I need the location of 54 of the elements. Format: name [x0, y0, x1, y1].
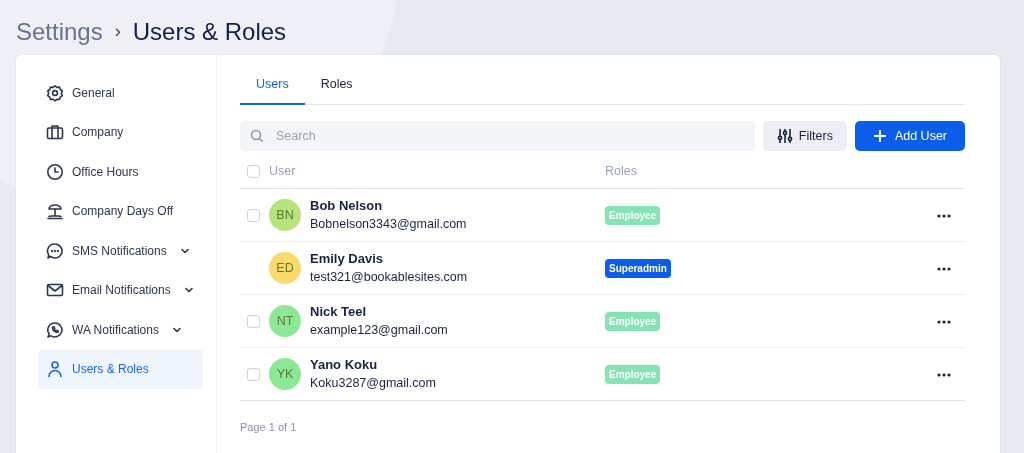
page-indicator: Page 1 of 1 [240, 420, 298, 435]
checkbox[interactable] [247, 314, 260, 328]
ellipsis-icon [937, 319, 951, 324]
user-name: Yano Koku [310, 355, 379, 374]
sidebar-item[interactable]: Email Notifications [38, 270, 203, 310]
role-tag: Employee [605, 364, 661, 384]
checkbox[interactable] [247, 208, 260, 222]
checkbox[interactable] [247, 165, 260, 178]
sliders-icon [776, 128, 793, 144]
sidebar-item[interactable]: Users & Roles [38, 349, 203, 389]
clock-icon [46, 162, 64, 181]
search-field[interactable]: Search [240, 121, 755, 151]
role-tag: Superadmin [605, 258, 671, 278]
phone-bubble-icon [46, 320, 64, 339]
tab[interactable]: Users [240, 65, 305, 105]
search-icon [250, 129, 264, 143]
tab[interactable]: Roles [304, 65, 369, 105]
briefcase-icon [46, 123, 64, 142]
filters-button[interactable]: Filters [762, 121, 847, 151]
sidebar-item[interactable]: WA Notifications [38, 310, 203, 350]
user-name: Emily Davis [310, 249, 384, 268]
column-header: User [269, 163, 296, 181]
chat-bubble-icon [46, 241, 64, 260]
column-header: Roles [605, 163, 637, 181]
user-name: Nick Teel [310, 302, 368, 321]
ellipsis-icon [937, 213, 951, 218]
user-email: example123@gmail.com [310, 322, 448, 340]
sidebar-item[interactable]: Office Hours [38, 152, 203, 192]
plus-icon [872, 129, 887, 143]
breadcrumb-separator: › [114, 20, 121, 43]
sidebar-item[interactable]: Company [38, 112, 203, 152]
role-tag: Employee [605, 311, 661, 331]
role-tag: Employee [605, 205, 661, 225]
avatar: YK [269, 358, 301, 390]
avatar: ED [269, 252, 301, 284]
user-email: Bobnelson3343@gmail.com [310, 216, 467, 234]
user-email: Koku3287@gmail.com [310, 375, 436, 393]
user-name: Bob Nelson [310, 196, 384, 215]
person-icon [46, 360, 64, 379]
sidebar-item[interactable]: SMS Notifications [38, 231, 203, 271]
avatar: NT [269, 305, 301, 337]
add-user-button[interactable]: Add User [854, 121, 965, 151]
breadcrumb-link[interactable]: Settings [16, 13, 103, 50]
beach-umbrella-icon [46, 202, 64, 221]
gear-icon [46, 83, 64, 102]
sidebar-item[interactable]: Company Days Off [38, 191, 203, 231]
ellipsis-icon [937, 266, 951, 271]
user-email: test321@bookablesites.com [310, 269, 468, 287]
ellipsis-icon [937, 372, 951, 377]
avatar: BN [269, 199, 301, 231]
sidebar-item[interactable]: General [38, 73, 203, 113]
page-title: Users & Roles [132, 16, 287, 47]
search-input[interactable]: Search [274, 125, 745, 147]
checkbox[interactable] [247, 367, 260, 381]
